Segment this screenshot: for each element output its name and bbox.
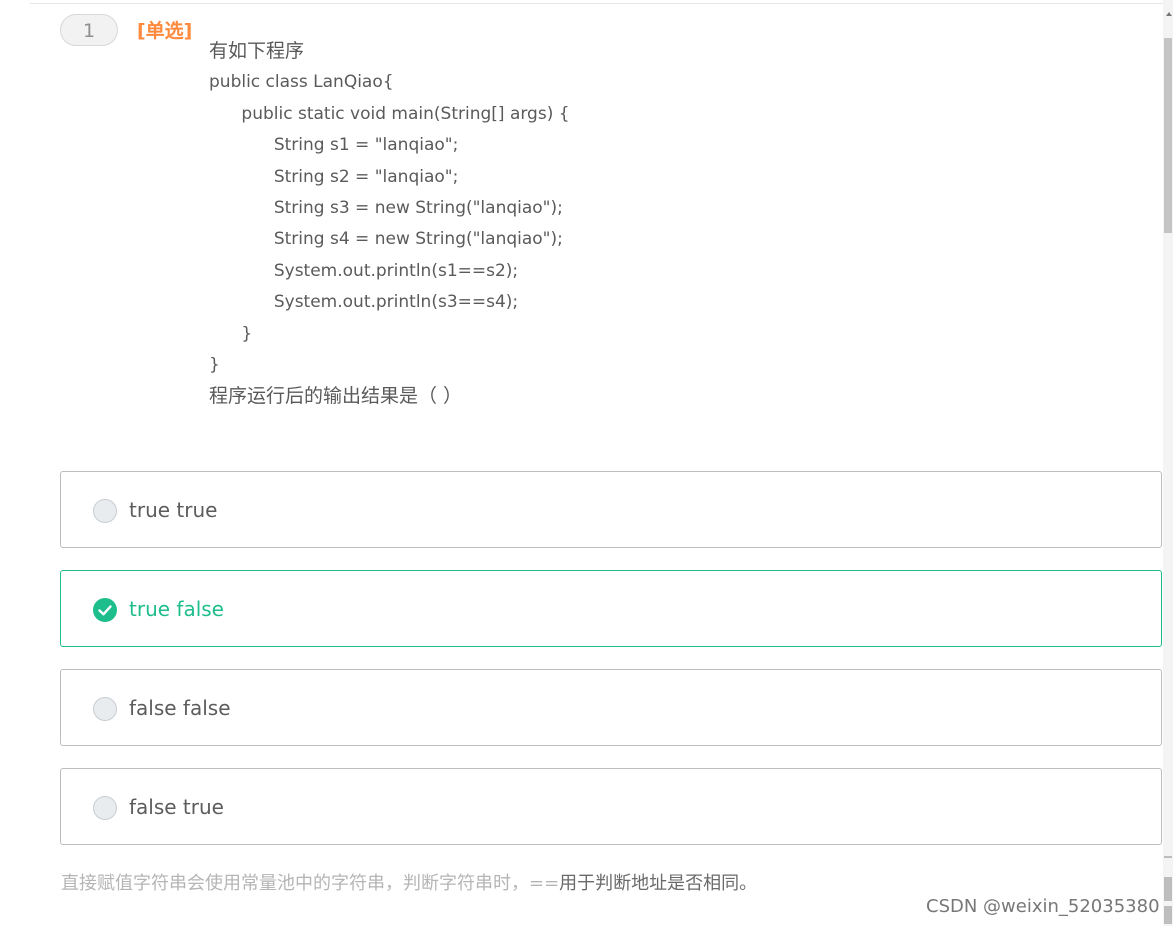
question-type-label: [单选] [137,20,193,42]
radio-unchecked-icon[interactable] [93,697,117,721]
option-label: true false [129,597,224,621]
option-label: false true [129,795,224,819]
question-text: 有如下程序 public class LanQiao{ public stati… [209,36,1109,413]
option-true-false[interactable]: true false [60,570,1162,647]
code-line: String s1 = "lanqiao"; [209,135,459,156]
question-number-badge: 1 [60,14,118,46]
option-false-true[interactable]: false true [60,768,1162,845]
scroll-up-arrow-icon[interactable] [1166,12,1172,16]
code-line: String s2 = "lanqiao"; [209,166,459,187]
code-line: System.out.println(s1==s2); [209,260,519,281]
question-prompt: 程序运行后的输出结果是（ ） [209,385,463,408]
question-line: 有如下程序 [209,40,305,62]
explanation-text-emphasis: 用于判断地址是否相同。 [559,873,758,894]
answer-explanation: 直接赋值字符串会使用常量池中的字符串，判断字符串时，==用于判断地址是否相同。 [61,870,757,898]
explanation-text: 直接赋值字符串会使用常量池中的字符串，判断字符串时，== [61,873,560,894]
radio-checked-icon[interactable] [93,598,117,622]
code-line: System.out.println(s3==s4); [209,292,519,313]
scrollbar-thumb-secondary[interactable] [1164,877,1172,901]
watermark: CSDN @weixin_52035380 [926,896,1160,917]
scrollbar-thumb-secondary[interactable] [1164,906,1172,924]
answer-options: true true true false false false false t… [60,471,1162,867]
option-false-false[interactable]: false false [60,669,1162,746]
code-line: String s4 = new String("lanqiao"); [209,229,563,250]
option-label: true true [129,498,218,522]
code-line: public static void main(String[] args) { [209,103,570,124]
option-label: false false [129,696,231,720]
code-line: } [209,323,253,344]
quiz-page: 1 [单选] 有如下程序 public class LanQiao{ publi… [0,0,1173,926]
scrollbar-divider [1164,856,1172,858]
scrollbar-thumb[interactable] [1164,38,1172,233]
divider [30,3,1163,4]
code-line: } [209,354,220,375]
radio-unchecked-icon[interactable] [93,796,117,820]
code-line: String s3 = new String("lanqiao"); [209,197,563,218]
radio-unchecked-icon[interactable] [93,499,117,523]
option-true-true[interactable]: true true [60,471,1162,548]
code-line: public class LanQiao{ [209,72,394,93]
